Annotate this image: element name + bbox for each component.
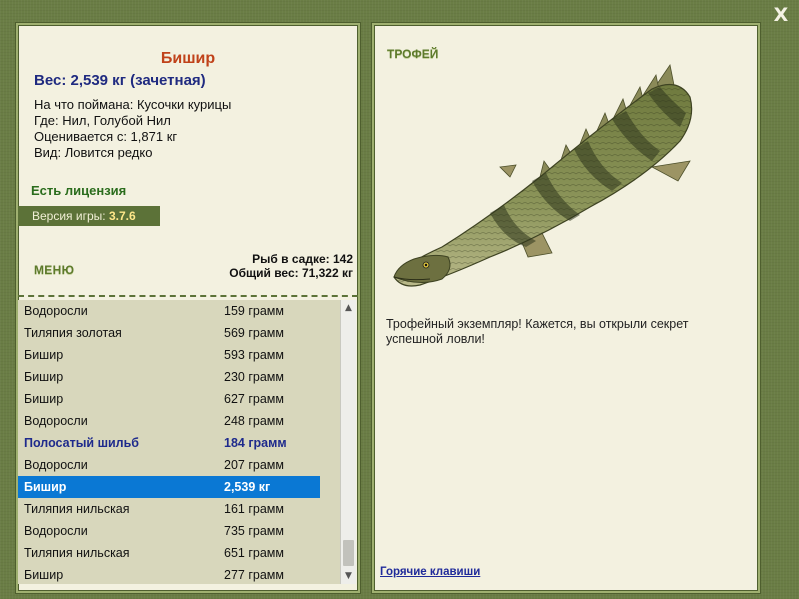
fish-location: Где: Нил, Голубой Нил [34, 113, 171, 128]
catch-list-item[interactable]: Полосатый шильб 184 грамм [18, 432, 340, 454]
catch-fish-name: Бишир [24, 568, 64, 582]
catch-list-item[interactable]: Тиляпия золотая 569 грамм [18, 322, 340, 344]
keepnet-stats: Рыб в садке: 142 Общий вес: 71,322 кг [229, 252, 353, 280]
scroll-thumb[interactable] [343, 540, 354, 566]
fish-name: Бишир [160, 50, 216, 67]
scroll-up-arrow-icon[interactable]: ▲ [341, 300, 356, 316]
catch-list-item[interactable]: Водоросли 735 грамм [18, 520, 340, 542]
catch-fish-name: Водоросли [24, 414, 88, 428]
catch-list-item[interactable]: Бишир 2,539 кг [18, 476, 320, 498]
catch-list-item[interactable]: Водоросли 207 грамм [18, 454, 340, 476]
fish-weight: Вес: 2,539 кг (зачетная) [34, 72, 206, 89]
hotkeys-link[interactable]: Горячие клавиши [380, 566, 480, 578]
catch-fish-name: Тиляпия нильская [24, 546, 130, 560]
catch-fish-weight: 277 грамм [224, 568, 284, 582]
catch-fish-weight: 735 грамм [224, 524, 284, 538]
catch-list-item[interactable]: Водоросли 159 грамм [18, 300, 340, 322]
fish-image [393, 63, 693, 287]
catch-fish-name: Полосатый шильб [24, 436, 140, 450]
catch-fish-weight: 161 грамм [224, 502, 284, 516]
total-weight: Общий вес: 71,322 кг [229, 266, 353, 280]
catch-fish-name: Бишир [24, 480, 67, 494]
catch-fish-name: Тиляпия нильская [24, 502, 130, 516]
catch-list-item[interactable]: Бишир 230 грамм [18, 366, 340, 388]
catch-fish-name: Бишир [24, 370, 64, 384]
catch-fish-name: Бишир [24, 348, 64, 362]
trophy-panel: ТРОФЕЙ Трофейный экземпляр! Кажется, вы … [372, 23, 760, 593]
game-version-label: Версия игры: [32, 209, 106, 223]
catch-fish-name: Бишир [24, 392, 64, 406]
catch-list-scrollbar[interactable]: ▲ ▼ [340, 300, 356, 584]
close-button[interactable]: X [770, 4, 792, 26]
catch-list-item[interactable]: Бишир 277 грамм [18, 564, 340, 584]
catch-list-item[interactable]: Водоросли 248 грамм [18, 410, 340, 432]
catch-fish-name: Водоросли [24, 458, 88, 472]
catch-fish-weight: 184 грамм [224, 436, 287, 450]
fish-info-panel: Бишир Вес: 2,539 кг (зачетная) На что по… [16, 23, 360, 593]
catch-fish-weight: 230 грамм [224, 370, 284, 384]
catch-list-item[interactable]: Бишир 593 грамм [18, 344, 340, 366]
catch-list-item[interactable]: Бишир 627 грамм [18, 388, 340, 410]
catch-list-item[interactable]: Тиляпия нильская 161 грамм [18, 498, 340, 520]
game-version: Версия игры: 3.7.6 [18, 206, 160, 226]
catch-list-item[interactable]: Тиляпия нильская 651 грамм [18, 542, 340, 564]
catch-fish-weight: 569 грамм [224, 326, 284, 340]
catch-fish-weight: 2,539 кг [224, 480, 271, 494]
scroll-down-arrow-icon[interactable]: ▼ [341, 568, 356, 584]
dashed-separator [18, 295, 358, 297]
fish-bait: На что поймана: Кусочки курицы [34, 97, 232, 112]
catch-fish-name: Тиляпия золотая [24, 326, 122, 340]
catch-fish-weight: 248 грамм [224, 414, 284, 428]
catch-fish-weight: 207 грамм [224, 458, 284, 472]
fish-count: Рыб в садке: 142 [252, 252, 353, 266]
catch-fish-weight: 651 грамм [224, 546, 284, 560]
catch-list[interactable]: Водоросли 159 грамм Тиляпия золотая 569 гра… [18, 300, 340, 584]
game-version-value: 3.7.6 [108, 209, 136, 223]
trophy-message: Трофейный экземпляр! Кажется, вы открыли… [386, 317, 689, 346]
catch-fish-name: Водоросли [24, 524, 88, 538]
catch-fish-weight: 593 грамм [224, 348, 284, 362]
catch-fish-weight: 159 грамм [224, 304, 284, 318]
menu-button[interactable]: МЕНЮ [34, 263, 74, 277]
catch-fish-weight: 627 грамм [224, 392, 284, 406]
fish-valued-from: Оценивается с: 1,871 кг [34, 129, 178, 144]
catch-fish-name: Водоросли [24, 304, 88, 318]
fish-rarity: Вид: Ловится редко [34, 145, 153, 160]
license-status: Есть лицензия [31, 183, 127, 198]
